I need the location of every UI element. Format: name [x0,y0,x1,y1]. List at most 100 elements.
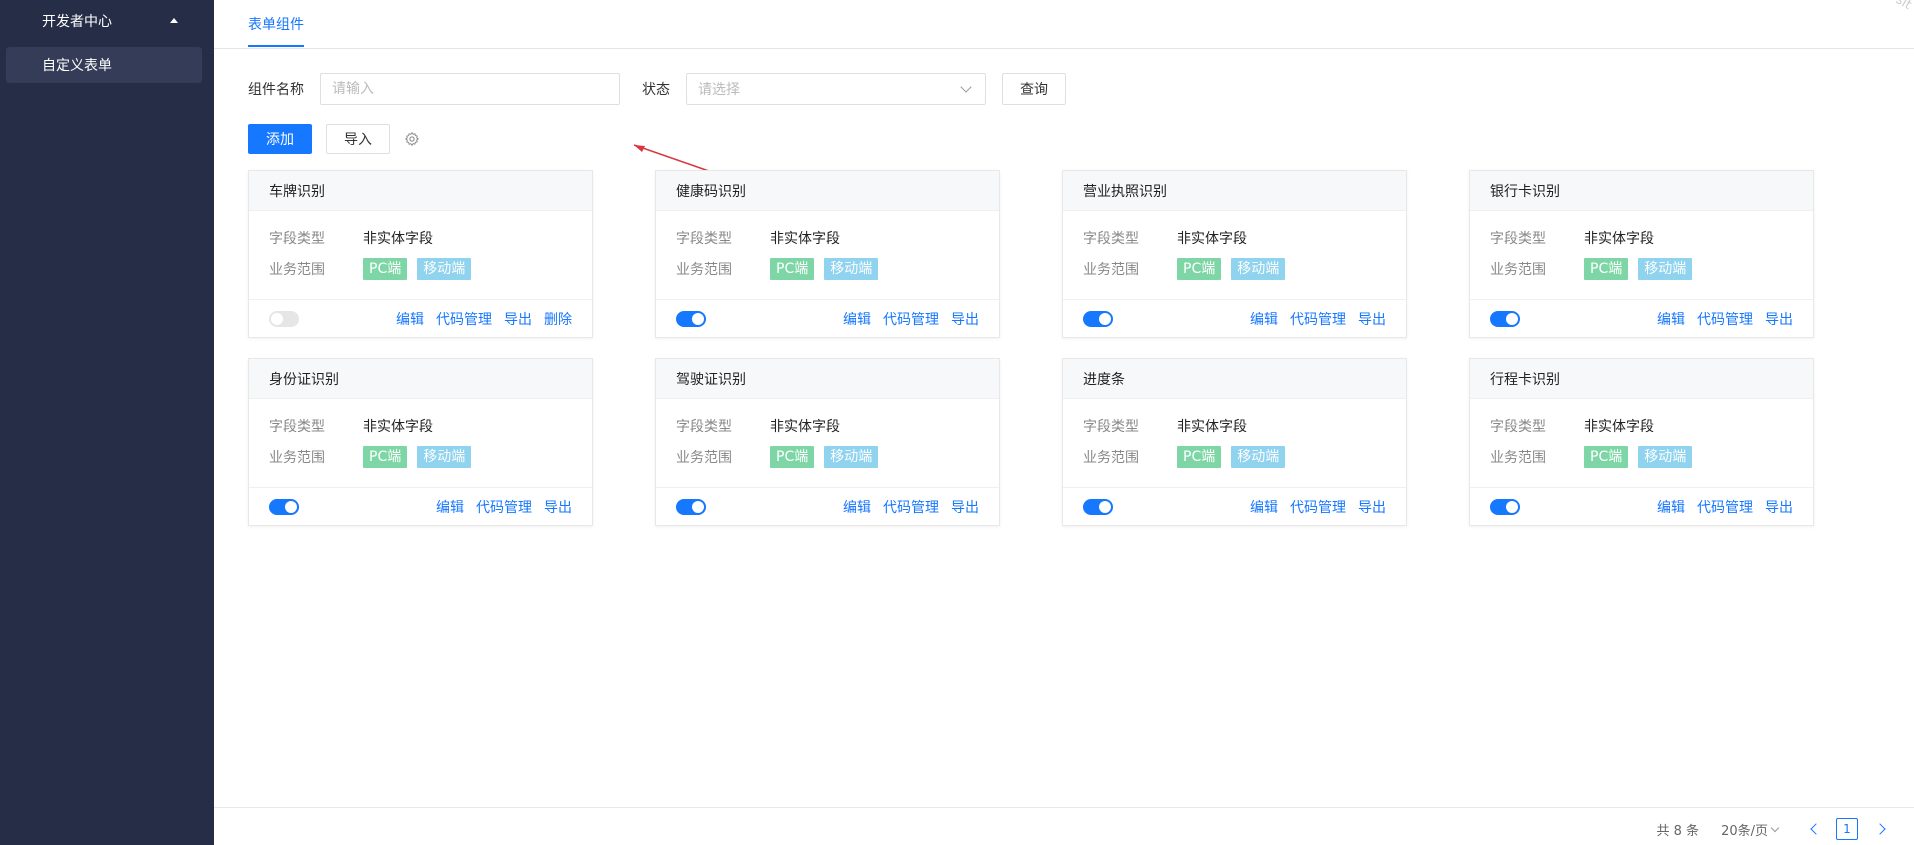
chevron-down-icon [960,81,972,93]
next-page-icon[interactable] [1874,823,1886,835]
edit-link[interactable]: 编辑 [1250,309,1278,329]
delete-link[interactable]: 删除 [544,309,572,329]
tag-mobile: 移动端 [1231,446,1286,468]
component-card: 银行卡识别 字段类型 非实体字段 业务范围 PC端 移动端编辑 代码管理 导出 [1469,170,1814,338]
query-button[interactable]: 查询 [1002,73,1066,105]
field-type-label: 字段类型 [269,231,325,247]
enable-toggle[interactable] [1083,498,1113,515]
tag-pc: PC端 [1177,446,1222,468]
edit-link[interactable]: 编辑 [1250,497,1278,517]
code-manage-link[interactable]: 代码管理 [1697,309,1753,329]
enable-toggle[interactable] [269,498,299,515]
tab-form-components[interactable]: 表单组件 [248,14,304,47]
sidebar-section-developer-center[interactable]: 开发者中心 [0,0,214,42]
sidebar-item-label: 自定义表单 [42,58,112,74]
pagination: 共 8 条 20条/页 1 [1657,818,1886,840]
toolbar: 添加 导入 [248,124,420,154]
export-link[interactable]: 导出 [1765,309,1793,329]
export-link[interactable]: 导出 [504,309,532,329]
code-manage-link[interactable]: 代码管理 [1290,309,1346,329]
code-manage-link[interactable]: 代码管理 [1697,497,1753,517]
card-body: 字段类型 非实体字段 业务范围 PC端 移动端 [1063,399,1406,487]
code-manage-link[interactable]: 代码管理 [883,309,939,329]
sidebar-item-custom-form[interactable]: 自定义表单 [6,47,202,83]
component-name-input[interactable] [320,73,620,105]
tag-pc: PC端 [363,446,408,468]
code-manage-link[interactable]: 代码管理 [476,497,532,517]
tab-bar: 表单组件 [214,0,1914,49]
scope-row: 业务范围 PC端 移动端 [269,258,572,280]
card-title: 进度条 [1063,359,1406,399]
export-link[interactable]: 导出 [951,309,979,329]
edit-link[interactable]: 编辑 [1657,309,1685,329]
field-type-row: 字段类型 非实体字段 [269,415,572,437]
sidebar-section-title: 开发者中心 [42,14,112,30]
scope-row: 业务范围 PC端 移动端 [1083,446,1386,468]
enable-toggle[interactable] [1490,498,1520,515]
card-title: 银行卡识别 [1470,171,1813,211]
code-manage-link[interactable]: 代码管理 [883,497,939,517]
import-button[interactable]: 导入 [326,124,390,154]
scope-row: 业务范围 PC端 移动端 [269,446,572,468]
enable-toggle[interactable] [1490,310,1520,327]
enable-toggle[interactable] [1083,310,1113,327]
card-footer: 编辑 代码管理 导出 [656,487,999,525]
main-content: 表单组件 as-sit 组件名称 状态 请选择 查询 添加 导入 车牌识别字段类… [214,0,1914,845]
tag-mobile: 移动端 [1638,446,1693,468]
prev-page-icon[interactable] [1810,823,1822,835]
tag-mobile: 移动端 [417,446,472,468]
tag-pc: PC端 [363,258,408,280]
card-body: 字段类型 非实体字段 业务范围 PC端 移动端 [656,211,999,299]
card-footer: 编辑 代码管理 导出 [249,487,592,525]
field-type-row: 字段类型 非实体字段 [1490,227,1793,249]
export-link[interactable]: 导出 [1358,497,1386,517]
edit-link[interactable]: 编辑 [396,309,424,329]
add-button[interactable]: 添加 [248,124,312,154]
field-type-row: 字段类型 非实体字段 [676,227,979,249]
gear-icon[interactable] [404,131,420,147]
page-size-select[interactable]: 20条/页 [1721,820,1780,839]
scope-row: 业务范围 PC端 移动端 [1083,258,1386,280]
card-body: 字段类型 非实体字段 业务范围 PC端 移动端 [249,211,592,299]
page-size-label: 20条/页 [1721,823,1768,839]
card-title: 身份证识别 [249,359,592,399]
field-type-label: 字段类型 [1083,231,1139,247]
field-type-value: 非实体字段 [1584,419,1654,435]
field-type-row: 字段类型 非实体字段 [1490,415,1793,437]
page-number[interactable]: 1 [1836,818,1858,840]
field-type-label: 字段类型 [269,419,325,435]
export-link[interactable]: 导出 [1358,309,1386,329]
code-manage-link[interactable]: 代码管理 [436,309,492,329]
scope-row: 业务范围 PC端 移动端 [1490,446,1793,468]
field-type-value: 非实体字段 [770,419,840,435]
export-link[interactable]: 导出 [544,497,572,517]
scope-label: 业务范围 [676,450,732,466]
export-link[interactable]: 导出 [951,497,979,517]
field-type-value: 非实体字段 [363,419,433,435]
card-title: 健康码识别 [656,171,999,211]
status-select[interactable]: 请选择 [686,73,986,105]
edit-link[interactable]: 编辑 [843,497,871,517]
tag-mobile: 移动端 [1638,258,1693,280]
card-actions: 编辑 代码管理 导出 [1645,309,1793,329]
edit-link[interactable]: 编辑 [436,497,464,517]
scope-label: 业务范围 [269,450,325,466]
export-link[interactable]: 导出 [1765,497,1793,517]
enable-toggle[interactable] [676,310,706,327]
card-title: 驾驶证识别 [656,359,999,399]
card-title: 行程卡识别 [1470,359,1813,399]
code-manage-link[interactable]: 代码管理 [1290,497,1346,517]
card-actions: 编辑 代码管理 导出 [831,309,979,329]
field-type-value: 非实体字段 [1177,419,1247,435]
card-body: 字段类型 非实体字段业务范围 PC端 移动端 [249,399,592,487]
card-body: 字段类型 非实体字段 业务范围 PC端 移动端 [1470,211,1813,299]
edit-link[interactable]: 编辑 [1657,497,1685,517]
card-body: 字段类型 非实体字段 业务范围 PC端 移动端 [656,399,999,487]
edit-link[interactable]: 编辑 [843,309,871,329]
enable-toggle[interactable] [269,310,299,327]
field-type-row: 字段类型 非实体字段 [1083,415,1386,437]
card-actions: 编辑 代码管理 导出 [831,497,979,517]
enable-toggle[interactable] [676,498,706,515]
tag-mobile: 移动端 [1231,258,1286,280]
card-body: 字段类型 非实体字段 业务范围 PC端 移动端 [1063,211,1406,299]
